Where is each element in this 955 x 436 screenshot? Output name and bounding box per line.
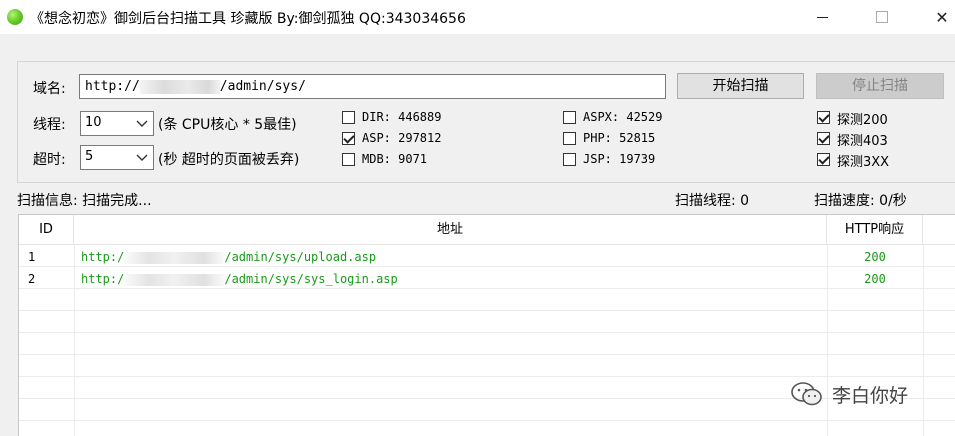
wechat-icon bbox=[791, 382, 822, 406]
grid-line bbox=[19, 354, 955, 355]
timeout-select[interactable]: 5 bbox=[80, 145, 154, 170]
probe-403-checkbox[interactable] bbox=[817, 132, 830, 145]
window-title: 《想念初恋》御剑后台扫描工具 珍藏版 By:御剑孤独 QQ:343034656 bbox=[30, 11, 466, 27]
title-bar: 《想念初恋》御剑后台扫描工具 珍藏版 By:御剑孤独 QQ:343034656 … bbox=[0, 0, 955, 34]
dict-mdb-checkbox[interactable] bbox=[342, 153, 355, 166]
domain-prefix: http:// bbox=[85, 79, 140, 94]
probe-403-label: 探测403 bbox=[837, 134, 888, 149]
dict-dir-label: DIR: 446889 bbox=[362, 110, 442, 124]
timeout-value: 5 bbox=[85, 149, 94, 164]
grid-line bbox=[19, 420, 955, 421]
grid-line bbox=[19, 310, 955, 311]
scan-info-status: 扫描信息: 扫描完成... bbox=[17, 193, 152, 209]
redacted-host bbox=[139, 79, 220, 94]
column-header-http[interactable]: HTTP响应 bbox=[827, 215, 923, 244]
domain-label: 域名: bbox=[33, 81, 66, 97]
domain-suffix: /admin/sys/ bbox=[219, 79, 306, 94]
scan-threads-status: 扫描线程: 0 bbox=[675, 193, 750, 209]
dict-aspx-label: ASPX: 42529 bbox=[583, 110, 663, 124]
grid-line bbox=[19, 376, 955, 377]
minimize-button[interactable] bbox=[799, 0, 845, 34]
threads-select[interactable]: 10 bbox=[80, 111, 154, 136]
dict-dir-checkbox[interactable] bbox=[342, 111, 355, 124]
probe-3xx-label: 探测3XX bbox=[837, 155, 890, 170]
row-url: http://admin/sys/sys_login.asp bbox=[81, 272, 398, 286]
table-row[interactable]: 1 http://admin/sys/upload.asp 200 bbox=[19, 247, 955, 268]
table-row[interactable]: 2 http://admin/sys/sys_login.asp 200 bbox=[19, 269, 955, 290]
dict-php-label: PHP: 52815 bbox=[583, 131, 656, 145]
watermark-text: 李白你好 bbox=[832, 385, 909, 407]
scan-speed-status: 扫描速度: 0/秒 bbox=[814, 193, 907, 209]
dict-asp-checkbox[interactable] bbox=[342, 132, 355, 145]
probe-200-label: 探测200 bbox=[837, 113, 888, 128]
probe-200-checkbox[interactable] bbox=[817, 111, 830, 124]
row-http-code: 200 bbox=[864, 250, 886, 264]
maximize-button[interactable] bbox=[859, 0, 905, 34]
dict-jsp-label: JSP: 19739 bbox=[583, 152, 656, 166]
close-icon: ✕ bbox=[935, 7, 949, 27]
chevron-down-icon bbox=[136, 120, 148, 127]
minimize-icon bbox=[816, 16, 828, 18]
column-header-address[interactable]: 地址 bbox=[74, 215, 827, 244]
start-scan-button[interactable]: 开始扫描 bbox=[677, 73, 804, 99]
probe-3xx-checkbox[interactable] bbox=[817, 153, 830, 166]
stop-scan-button[interactable]: 停止扫描 bbox=[816, 73, 944, 99]
threads-hint: (条 CPU核心 * 5最佳) bbox=[158, 117, 297, 133]
dict-mdb-label: MDB: 9071 bbox=[362, 152, 428, 166]
timeout-label: 超时: bbox=[33, 152, 66, 168]
dict-jsp-checkbox[interactable] bbox=[563, 153, 576, 166]
row-id: 1 bbox=[28, 250, 36, 264]
chevron-down-icon bbox=[136, 154, 148, 161]
domain-input[interactable]: http:// /admin/sys/ bbox=[79, 74, 666, 99]
row-http-code: 200 bbox=[864, 272, 886, 286]
close-button[interactable]: ✕ bbox=[919, 0, 955, 34]
dict-aspx-checkbox[interactable] bbox=[563, 111, 576, 124]
dict-asp-label: ASP: 297812 bbox=[362, 131, 442, 145]
column-header-id[interactable]: ID bbox=[19, 215, 74, 244]
row-url: http://admin/sys/upload.asp bbox=[81, 250, 377, 264]
app-icon bbox=[7, 9, 23, 25]
dict-php-checkbox[interactable] bbox=[563, 132, 576, 145]
threads-value: 10 bbox=[85, 115, 102, 130]
row-id: 2 bbox=[28, 272, 36, 286]
list-header: ID 地址 HTTP响应 bbox=[19, 215, 955, 245]
threads-label: 线程: bbox=[33, 117, 66, 133]
grid-line bbox=[19, 332, 955, 333]
timeout-hint: (秒 超时的页面被丢弃) bbox=[158, 152, 300, 168]
maximize-icon bbox=[876, 11, 888, 23]
